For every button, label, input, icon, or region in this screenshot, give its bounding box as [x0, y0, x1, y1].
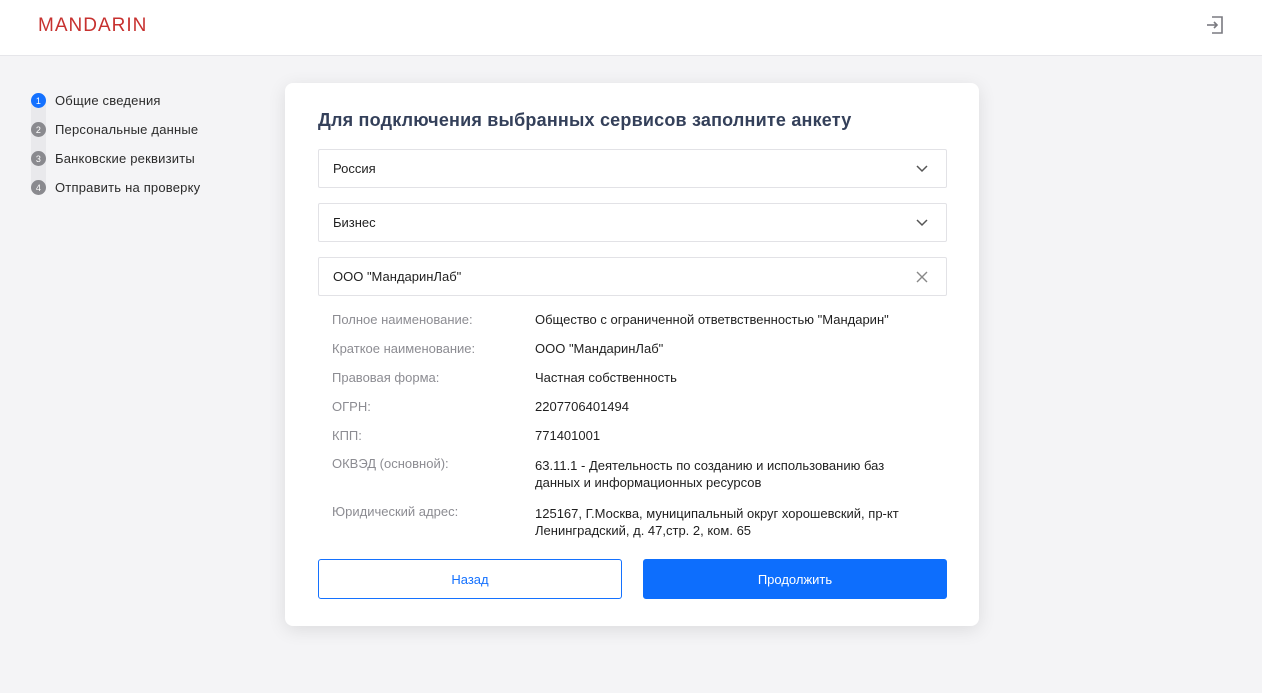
detail-value: Общество с ограниченной ответвственность… [535, 312, 889, 327]
step-label: Персональные данные [55, 122, 199, 137]
step-label: Общие сведения [55, 93, 161, 108]
steps-nav: 1 Общие сведения 2 Персональные данные 3… [31, 86, 200, 202]
back-button[interactable]: Назад [318, 559, 622, 599]
detail-label: Правовая форма: [332, 370, 440, 385]
detail-value: 63.11.1 - Деятельность по созданию и исп… [535, 458, 885, 490]
logout-icon [1207, 16, 1223, 34]
chevron-down-icon [916, 219, 928, 227]
form-card: Для подключения выбранных сервисов запол… [285, 83, 979, 626]
form-title: Для подключения выбранных сервисов запол… [318, 110, 852, 130]
company-value: ООО "МандаринЛаб" [333, 269, 462, 284]
detail-value: ООО "МандаринЛаб" [535, 341, 664, 356]
detail-label: Краткое наименование: [332, 341, 476, 356]
top-bar: MANDARIN [0, 0, 1262, 56]
step-submit[interactable]: 4 Отправить на проверку [31, 173, 200, 202]
step-number: 3 [31, 151, 46, 166]
step-bank[interactable]: 3 Банковские реквизиты [31, 144, 200, 173]
country-value: Россия [333, 161, 376, 176]
step-label: Банковские реквизиты [55, 151, 195, 166]
step-personal[interactable]: 2 Персональные данные [31, 115, 200, 144]
detail-label: КПП: [332, 428, 362, 443]
detail-value: Частная собственность [535, 370, 677, 385]
close-icon[interactable] [914, 269, 930, 285]
detail-value: 2207706401494 [535, 399, 629, 414]
step-general[interactable]: 1 Общие сведения [31, 86, 200, 115]
step-label: Отправить на проверку [55, 180, 201, 195]
logout-button[interactable] [1204, 14, 1226, 36]
company-search-field[interactable]: ООО "МандаринЛаб" [318, 257, 947, 296]
detail-label: Юридический адрес: [332, 504, 459, 519]
detail-value: 771401001 [535, 428, 601, 443]
logo: MANDARIN [38, 15, 148, 36]
detail-value: 125167, Г.Москва, муниципальный округ хо… [535, 506, 899, 538]
step-number: 1 [31, 93, 46, 108]
business-type-select[interactable]: Бизнес [318, 203, 947, 242]
continue-button[interactable]: Продолжить [643, 559, 947, 599]
detail-label: ОГРН: [332, 399, 371, 414]
chevron-down-icon [916, 165, 928, 173]
step-number: 2 [31, 122, 46, 137]
country-select[interactable]: Россия [318, 149, 947, 188]
detail-label: Полное наименование: [332, 312, 473, 327]
step-number: 4 [31, 180, 46, 195]
detail-label: ОКВЭД (основной): [332, 456, 449, 471]
business-type-value: Бизнес [333, 215, 376, 230]
